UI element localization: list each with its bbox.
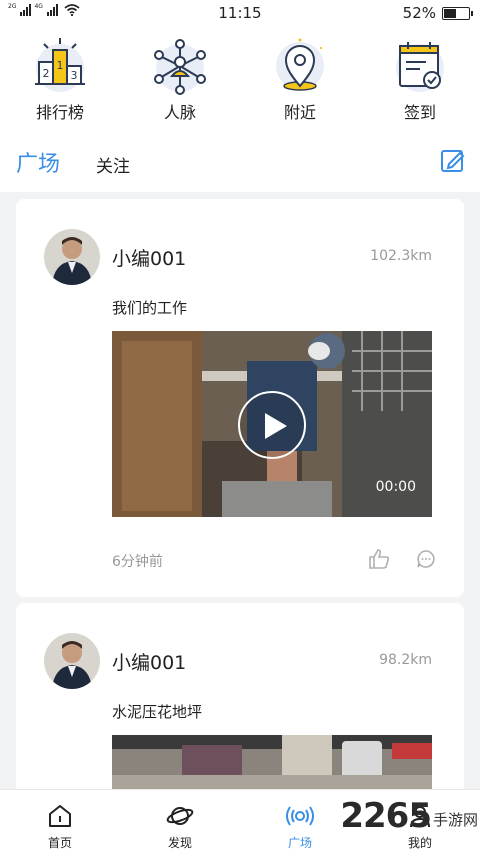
podium-icon: 2 1 3: [35, 38, 85, 92]
tab-label: 发现: [167, 836, 192, 850]
post-distance: 102.3km: [370, 248, 432, 264]
nav-label: 签到: [403, 103, 436, 122]
post-card[interactable]: 小编001 102.3km 我们的工作 00:00 6分钟前: [16, 199, 464, 597]
nav-ranking[interactable]: 2 1 3 排行榜: [0, 26, 120, 128]
post-username[interactable]: 小编001: [112, 648, 186, 675]
feed-tabs: 广场 关注: [0, 128, 480, 192]
tab-label: 首页: [47, 836, 72, 850]
comment-icon[interactable]: [416, 549, 436, 569]
like-icon[interactable]: [368, 548, 390, 570]
play-button[interactable]: [238, 391, 306, 459]
avatar[interactable]: [44, 633, 100, 689]
watermark-number: 2265: [340, 796, 432, 836]
nav-label: 人脉: [163, 103, 196, 122]
avatar-image: [44, 229, 100, 285]
svg-text:2: 2: [43, 67, 50, 80]
edit-icon[interactable]: [440, 148, 466, 174]
nav-contacts[interactable]: 人脉: [120, 26, 240, 128]
home-icon: [49, 805, 71, 827]
broadcast-icon: [286, 806, 314, 826]
post-username[interactable]: 小编001: [112, 244, 186, 271]
calendar-check-icon: [396, 42, 444, 92]
nav-checkin[interactable]: 签到: [360, 26, 480, 128]
nav-nearby[interactable]: 附近: [240, 26, 360, 128]
planet-icon: [166, 807, 194, 825]
post-description: 水泥压花地坪: [112, 703, 203, 721]
tab-label: 我的: [407, 836, 432, 850]
top-nav: 2 1 3 排行榜 人脉 附近 签到: [0, 26, 480, 128]
post-distance: 98.2km: [379, 652, 432, 668]
battery-icon: [442, 7, 473, 20]
battery-percent: 52%: [402, 4, 436, 22]
post-time: 6分钟前: [112, 554, 163, 570]
tab-follow[interactable]: 关注: [96, 152, 130, 177]
nav-label: 排行榜: [35, 103, 84, 122]
avatar[interactable]: [44, 229, 100, 285]
tab-home[interactable]: 首页: [0, 790, 120, 853]
status-bar: 2G 4G 11:15 52%: [0, 0, 480, 26]
post-description: 我们的工作: [112, 299, 188, 317]
watermark-site: 手游网: [432, 810, 478, 829]
post-video[interactable]: 00:00: [112, 331, 432, 517]
video-thumbnail: [112, 735, 432, 795]
network-icon: [154, 39, 206, 95]
svg-text:3: 3: [71, 69, 78, 82]
post-video[interactable]: [112, 735, 432, 795]
svg-text:1: 1: [57, 59, 64, 72]
tab-label: 广场: [287, 836, 312, 850]
location-pin-icon: [276, 38, 324, 91]
watermark: 2265 手游网: [340, 796, 478, 836]
tab-discover[interactable]: 发现: [120, 790, 240, 853]
avatar-image: [44, 633, 100, 689]
video-duration: 00:00: [375, 479, 416, 495]
nav-label: 附近: [283, 103, 316, 122]
tab-square[interactable]: 广场: [16, 146, 60, 178]
